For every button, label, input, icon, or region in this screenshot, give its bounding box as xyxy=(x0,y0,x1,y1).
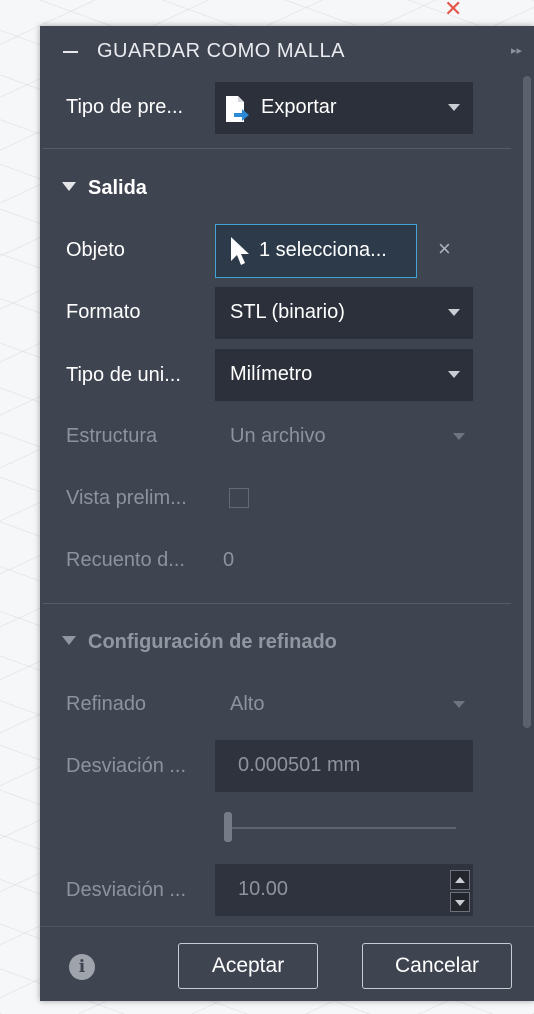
chevron-down-icon xyxy=(455,900,465,906)
object-selection-value: 1 selecciona... xyxy=(259,239,387,261)
chevron-up-icon xyxy=(455,877,465,883)
dialog-titlebar[interactable]: GUARDAR COMO MALLA ▸▸ xyxy=(40,26,534,78)
chevron-down-icon xyxy=(448,309,460,316)
section-refinement-title: Configuración de refinado xyxy=(88,631,337,653)
dialog-title: GUARDAR COMO MALLA xyxy=(97,40,345,62)
normal-deviation-stepper[interactable] xyxy=(450,870,470,914)
format-value: STL (binario) xyxy=(230,301,345,323)
save-as-mesh-dialog: GUARDAR COMO MALLA ▸▸ Tipo de pre... Exp… xyxy=(40,26,534,1001)
process-type-value: Exportar xyxy=(261,96,337,118)
unit-type-value: Milímetro xyxy=(230,363,313,385)
chevron-down-icon xyxy=(448,104,460,111)
format-label: Formato xyxy=(66,301,141,323)
object-selection-button[interactable]: 1 selecciona... xyxy=(215,224,417,278)
object-label: Objeto xyxy=(66,239,125,261)
section-salida-title: Salida xyxy=(88,177,147,199)
axis-marker-icon: ✕ xyxy=(444,0,463,21)
divider xyxy=(43,603,511,604)
process-type-dropdown[interactable]: Exportar xyxy=(215,82,473,134)
normal-deviation-input[interactable]: 10.00 xyxy=(215,864,473,916)
cursor-arrow-icon xyxy=(231,237,249,265)
clear-selection-icon[interactable]: × xyxy=(438,236,451,262)
section-salida-header[interactable]: Salida xyxy=(62,177,147,200)
preview-checkbox[interactable] xyxy=(229,488,249,508)
divider xyxy=(43,148,511,149)
cancel-button[interactable]: Cancelar xyxy=(362,943,512,989)
unit-type-dropdown[interactable]: Milímetro xyxy=(215,349,473,401)
section-collapse-icon xyxy=(62,182,76,191)
expand-arrows-icon[interactable]: ▸▸ xyxy=(511,44,522,57)
count-label: Recuento d... xyxy=(66,549,185,571)
preview-label: Vista prelim... xyxy=(66,487,187,509)
surface-deviation-value: 0.000501 mm xyxy=(238,754,361,776)
export-file-icon xyxy=(226,96,249,122)
format-dropdown[interactable]: STL (binario) xyxy=(215,287,473,339)
stepper-up-button[interactable] xyxy=(450,870,470,890)
normal-deviation-label: Desviación ... xyxy=(66,879,187,901)
structure-label: Estructura xyxy=(66,425,158,447)
process-type-label: Tipo de pre... xyxy=(66,96,184,118)
scrollbar[interactable] xyxy=(523,76,531,728)
refinement-value: Alto xyxy=(230,693,265,715)
footer-divider xyxy=(40,926,534,927)
deviation-slider-track[interactable] xyxy=(224,827,456,829)
normal-deviation-value: 10.00 xyxy=(238,878,289,900)
section-collapse-icon xyxy=(62,636,76,645)
surface-deviation-input[interactable]: 0.000501 mm xyxy=(215,740,473,792)
unit-type-label: Tipo de uni... xyxy=(66,364,181,386)
chevron-down-icon xyxy=(453,433,465,440)
accept-button[interactable]: Aceptar xyxy=(178,943,318,989)
stepper-down-button[interactable] xyxy=(450,892,470,912)
surface-deviation-label: Desviación ... xyxy=(66,755,187,777)
chevron-down-icon xyxy=(448,371,460,378)
chevron-down-icon xyxy=(453,701,465,708)
deviation-slider-thumb[interactable] xyxy=(224,812,232,842)
count-value: 0 xyxy=(223,549,235,571)
refinement-label: Refinado xyxy=(66,693,147,715)
section-refinement-header[interactable]: Configuración de refinado xyxy=(62,631,337,654)
info-icon[interactable]: i xyxy=(69,954,95,980)
collapse-icon[interactable] xyxy=(63,51,78,53)
structure-value: Un archivo xyxy=(230,425,326,447)
